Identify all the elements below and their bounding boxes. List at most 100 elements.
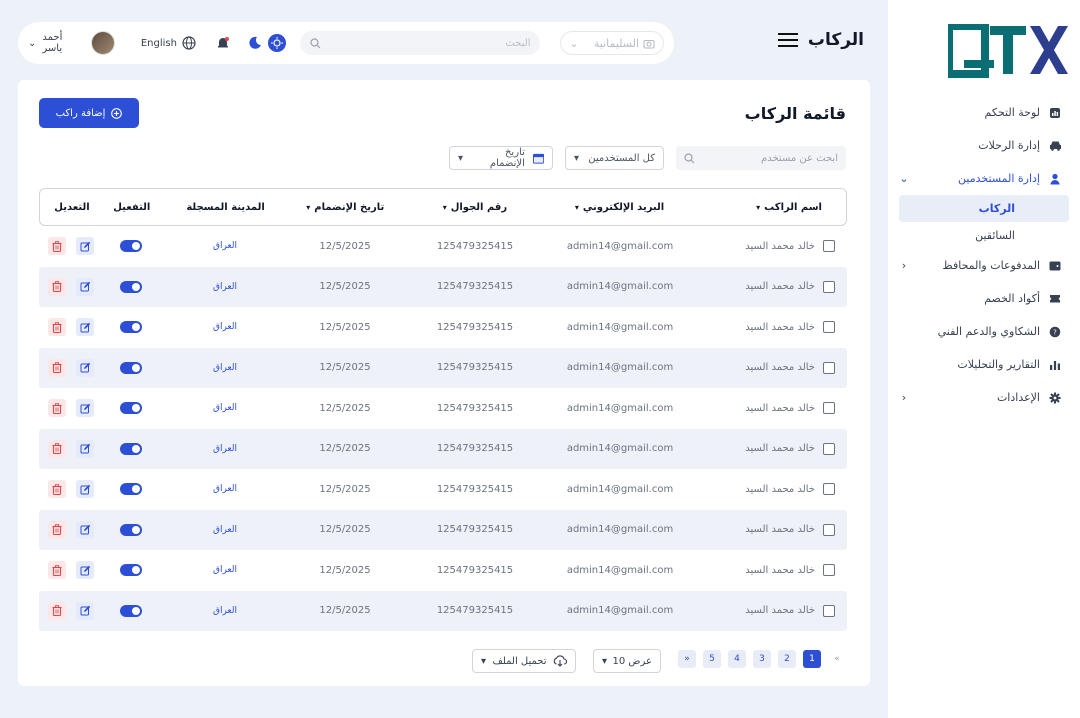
edit-icon[interactable]: [76, 318, 94, 337]
user-menu[interactable]: ⌄ أحمد ياسر: [28, 31, 115, 55]
cell-name: خالد محمد السيد: [695, 442, 847, 455]
cell-phone: 125479325415: [436, 524, 514, 536]
row-checkbox[interactable]: [823, 604, 835, 617]
sidebar-item[interactable]: التقارير والتحليلات: [888, 348, 1080, 381]
last-page-icon[interactable]: «: [678, 650, 696, 668]
menu-icon[interactable]: [777, 32, 798, 48]
sidebar: لوحة التحكم إدارة الرحلات إدارة المستخدم…: [888, 0, 1080, 718]
row-checkbox[interactable]: [823, 240, 835, 253]
sort-icon: ▾: [442, 202, 447, 212]
edit-icon[interactable]: [76, 237, 94, 256]
page-button[interactable]: 1: [803, 650, 821, 668]
page-button[interactable]: 4: [728, 650, 746, 668]
row-checkbox[interactable]: [823, 564, 835, 577]
passenger-name: خالد محمد السيد: [745, 240, 815, 252]
users-filter-select[interactable]: كل المستخدمين ▾: [565, 146, 664, 170]
trash-icon[interactable]: [48, 277, 66, 296]
column-header-name[interactable]: اسم الراكب ▾: [694, 202, 846, 213]
row-checkbox[interactable]: [823, 321, 835, 334]
column-header-date[interactable]: تاريخ الإنضمام ▾: [285, 202, 405, 213]
add-passenger-button[interactable]: إضافة راكب: [39, 98, 139, 128]
language-switch[interactable]: English: [141, 36, 196, 50]
trash-icon[interactable]: [48, 520, 66, 539]
page-button[interactable]: 5: [703, 650, 721, 668]
page-button[interactable]: 3: [753, 650, 771, 668]
sidebar-subitem[interactable]: السائقين: [899, 222, 1069, 249]
sidebar-item[interactable]: لوحة التحكم: [888, 96, 1080, 129]
row-checkbox[interactable]: [823, 361, 835, 374]
row-checkbox[interactable]: [823, 280, 835, 293]
activation-toggle[interactable]: [120, 361, 142, 374]
cell-date: 12/5/2025: [319, 362, 371, 374]
activation-toggle[interactable]: [120, 240, 142, 253]
cell-activation: [97, 361, 165, 374]
cell-actions: [39, 520, 97, 539]
chevron-down-icon: ⌄: [569, 36, 579, 50]
trash-icon[interactable]: [48, 439, 66, 458]
sidebar-item[interactable]: المدفوعات والمحافظ ‹: [888, 249, 1080, 282]
header-search[interactable]: البحث: [299, 31, 541, 55]
calendar-icon: [532, 153, 544, 164]
edit-icon[interactable]: [76, 601, 94, 620]
activation-toggle[interactable]: [120, 483, 142, 496]
trash-icon[interactable]: [48, 237, 66, 256]
edit-icon[interactable]: [76, 439, 94, 458]
cell-email: admin14@gmail.com: [566, 564, 674, 576]
trash-icon[interactable]: [48, 561, 66, 580]
cell-actions: [39, 480, 97, 499]
row-checkbox[interactable]: [823, 442, 835, 455]
activation-toggle[interactable]: [120, 402, 142, 415]
trash-icon[interactable]: [48, 318, 66, 337]
row-checkbox[interactable]: [823, 523, 835, 536]
moon-icon[interactable]: [248, 36, 262, 50]
activation-toggle[interactable]: [120, 321, 142, 334]
row-checkbox[interactable]: [823, 483, 835, 496]
user-search-input[interactable]: ابحث عن مستخدم: [676, 146, 846, 170]
download-file-button[interactable]: تحميل الملف ▾: [472, 649, 576, 673]
activation-toggle[interactable]: [120, 564, 142, 577]
sidebar-subitem[interactable]: الركاب: [899, 195, 1069, 222]
sidebar-item[interactable]: إدارة المستخدمين ⌄: [888, 162, 1080, 195]
sidebar-item[interactable]: إدارة الرحلات: [888, 129, 1080, 162]
edit-icon[interactable]: [76, 399, 94, 418]
city-select-value: السليمانية: [593, 36, 640, 50]
date-filter-select[interactable]: تاريخ الإنضمام ▾: [449, 146, 553, 170]
first-page-icon[interactable]: »: [828, 650, 846, 668]
sidebar-item[interactable]: الإعدادات ‹: [888, 381, 1080, 414]
wallet-icon: [1048, 259, 1062, 273]
cell-email: admin14@gmail.com: [566, 281, 674, 293]
trash-icon[interactable]: [48, 601, 66, 620]
sidebar-item-label: الإعدادات: [996, 391, 1040, 404]
bell-icon[interactable]: [216, 36, 230, 50]
user-icon: [1048, 172, 1062, 186]
edit-icon[interactable]: [76, 520, 94, 539]
column-header-phone[interactable]: رقم الجوال ▾: [405, 202, 545, 213]
activation-toggle[interactable]: [120, 280, 142, 293]
activation-toggle[interactable]: [120, 523, 142, 536]
sun-icon[interactable]: [267, 34, 286, 52]
page-button[interactable]: 2: [778, 650, 796, 668]
cell-email: admin14@gmail.com: [566, 605, 674, 617]
activation-toggle[interactable]: [120, 442, 142, 455]
edit-icon[interactable]: [76, 277, 94, 296]
per-page-select[interactable]: عرض 10 ▾: [593, 649, 661, 673]
trash-icon[interactable]: [48, 399, 66, 418]
trash-icon[interactable]: [48, 480, 66, 499]
trash-icon[interactable]: [48, 358, 66, 377]
column-header-email[interactable]: البريد الإلكتروني ▾: [545, 202, 695, 213]
sort-icon: ▾: [756, 202, 761, 212]
cell-actions: [39, 399, 97, 418]
edit-icon[interactable]: [76, 561, 94, 580]
cell-actions: [39, 439, 97, 458]
city-select[interactable]: السليمانية ⌄: [560, 31, 665, 55]
row-checkbox[interactable]: [823, 402, 835, 415]
sidebar-item[interactable]: ? الشكاوي والدعم الفني: [888, 315, 1080, 348]
edit-icon[interactable]: [76, 358, 94, 377]
camera-icon: [643, 39, 655, 49]
activation-toggle[interactable]: [120, 604, 142, 617]
passenger-name: خالد محمد السيد: [745, 524, 815, 536]
add-passenger-label: إضافة راكب: [55, 107, 106, 119]
sidebar-item[interactable]: أكواد الخصم: [888, 282, 1080, 315]
chevron-down-icon: ⌄: [28, 37, 37, 49]
edit-icon[interactable]: [76, 480, 94, 499]
